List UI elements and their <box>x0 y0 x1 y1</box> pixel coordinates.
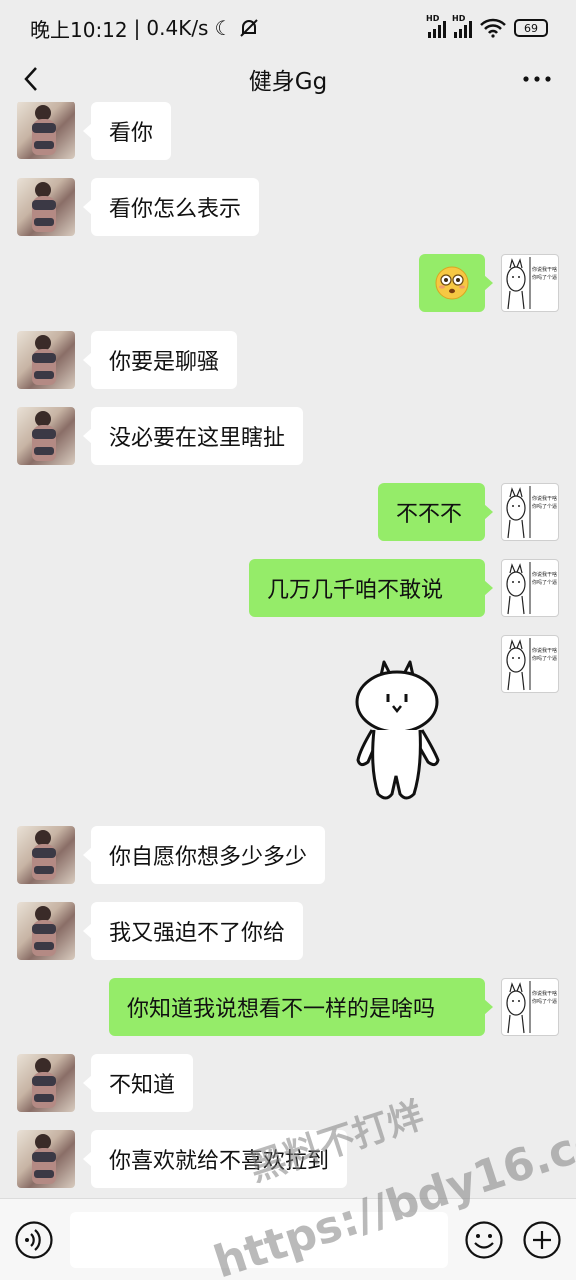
svg-text:你吗了个逼: 你吗了个逼 <box>532 998 557 1005</box>
network-speed: 0.4K/s <box>146 16 209 40</box>
cartoon-avatar-icon: 你说我干啥 你吗了个逼 <box>506 638 557 691</box>
cartoon-avatar-icon: 你说我干啥 你吗了个逼 <box>506 562 557 615</box>
battery-icon: 69 <box>514 19 548 37</box>
more-options-icon[interactable] <box>520 64 554 94</box>
message-text: 你知道我说想看不一样的是啥吗 <box>127 997 436 1022</box>
hd-label: HD <box>426 14 440 23</box>
svg-text:你说我干啥: 你说我干啥 <box>532 647 557 654</box>
status-right: HD HD 69 <box>426 14 548 38</box>
plus-icon[interactable] <box>522 1220 562 1260</box>
flushed-face-emoji-icon <box>435 266 469 300</box>
voice-input-icon[interactable] <box>14 1220 54 1260</box>
message-text: 几万几千咱不敢说 <box>267 578 444 603</box>
message-bubble-outgoing[interactable]: 几万几千咱不敢说 <box>249 559 493 617</box>
message-bubble-outgoing[interactable]: 不不不 <box>378 483 493 541</box>
contact-avatar[interactable] <box>17 1054 75 1112</box>
message-list[interactable]: 看你 看你怎么表示 你说我干啥 你吗了个逼 你要是聊骚 没必要在这里瞎扯 不不不… <box>0 102 576 1198</box>
moon-icon: ☾ <box>214 16 233 40</box>
status-left: 晚上10:12 | 0.4K/s ☾ <box>30 14 260 43</box>
message-text: 你要是聊骚 <box>109 350 220 375</box>
message-bubble-incoming[interactable]: 看你 <box>82 102 172 160</box>
contact-avatar[interactable] <box>17 178 75 236</box>
back-arrow-icon[interactable] <box>18 64 48 94</box>
message-bubble-incoming[interactable]: 没必要在这里瞎扯 <box>82 407 304 465</box>
svg-text:你吗了个逼: 你吗了个逼 <box>532 579 557 586</box>
message-bubble-incoming[interactable]: 不知道 <box>82 1054 194 1112</box>
signal-icon: HD <box>426 14 446 38</box>
message-bubble-outgoing[interactable]: 你知道我说想看不一样的是啥吗 <box>109 978 493 1036</box>
signal-icon-2: HD <box>452 14 472 38</box>
svg-text:你吗了个逼: 你吗了个逼 <box>532 503 557 510</box>
svg-text:你说我干啥: 你说我干啥 <box>532 571 557 578</box>
contact-avatar[interactable] <box>17 331 75 389</box>
contact-avatar[interactable] <box>17 826 75 884</box>
contact-avatar[interactable] <box>17 407 75 465</box>
contact-avatar[interactable] <box>17 1130 75 1188</box>
contact-avatar[interactable] <box>17 902 75 960</box>
contact-avatar[interactable] <box>17 102 75 159</box>
rabbit-sticker-icon[interactable] <box>350 658 446 804</box>
message-text: 没必要在这里瞎扯 <box>109 426 286 451</box>
cartoon-avatar-icon: 你说我干啥 你吗了个逼 <box>506 981 557 1034</box>
hd-label-2: HD <box>452 14 466 23</box>
emoji-icon[interactable] <box>464 1220 504 1260</box>
my-avatar[interactable]: 你说我干啥 你吗了个逼 <box>501 635 559 693</box>
message-text: 你自愿你想多少多少 <box>109 845 308 870</box>
svg-text:你吗了个逼: 你吗了个逼 <box>532 655 557 662</box>
svg-text:你说我干啥: 你说我干啥 <box>532 990 557 997</box>
svg-text:你吗了个逼: 你吗了个逼 <box>532 274 557 281</box>
my-avatar[interactable]: 你说我干啥 你吗了个逼 <box>501 254 559 312</box>
svg-text:你说我干啥: 你说我干啥 <box>532 266 557 273</box>
status-divider: | <box>133 16 141 40</box>
status-time: 晚上10:12 <box>30 17 128 42</box>
message-bubble-incoming[interactable]: 我又强迫不了你给 <box>82 902 304 960</box>
message-text: 不知道 <box>109 1073 176 1098</box>
my-avatar[interactable]: 你说我干啥 你吗了个逼 <box>501 483 559 541</box>
cartoon-avatar-icon: 你说我干啥 你吗了个逼 <box>506 486 557 539</box>
wifi-icon <box>480 18 506 38</box>
chat-title: 健身Gg <box>248 69 328 95</box>
my-avatar[interactable]: 你说我干啥 你吗了个逼 <box>501 978 559 1036</box>
message-text: 不不不 <box>396 502 463 527</box>
message-text: 看你怎么表示 <box>109 197 242 222</box>
status-bar: 晚上10:12 | 0.4K/s ☾ HD HD 69 <box>0 0 576 56</box>
cartoon-avatar-icon: 你说我干啥 你吗了个逼 <box>506 257 557 310</box>
svg-text:你说我干啥: 你说我干啥 <box>532 495 557 502</box>
chat-header: 健身Gg <box>0 56 576 102</box>
message-text: 看你 <box>109 121 154 146</box>
message-text: 我又强迫不了你给 <box>109 921 286 946</box>
message-bubble-incoming[interactable]: 看你怎么表示 <box>82 178 260 236</box>
message-bubble-incoming[interactable]: 你要是聊骚 <box>82 331 238 389</box>
message-bubble-incoming[interactable]: 你自愿你想多少多少 <box>82 826 326 884</box>
message-bubble-outgoing-emoji[interactable] <box>419 254 493 312</box>
my-avatar[interactable]: 你说我干啥 你吗了个逼 <box>501 559 559 617</box>
mute-bell-icon <box>240 19 259 37</box>
